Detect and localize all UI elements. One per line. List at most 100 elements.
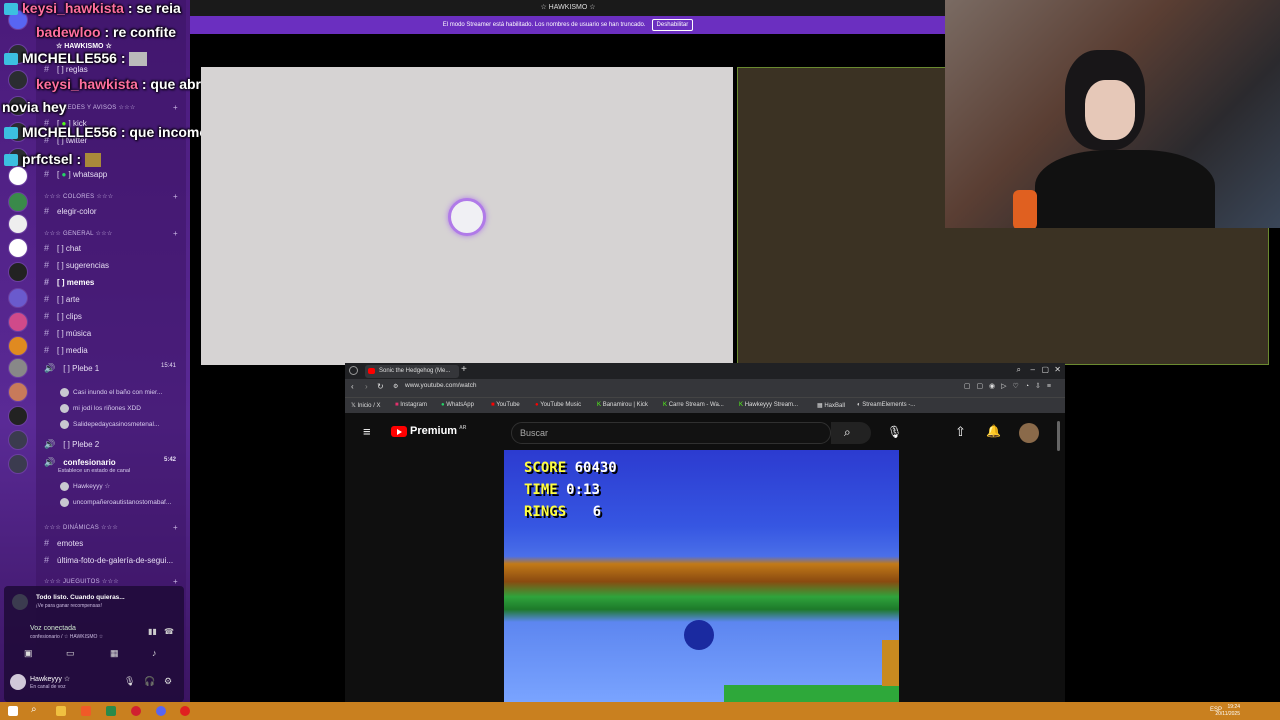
upload-icon[interactable]: ⇧ xyxy=(955,424,966,440)
server-icon[interactable] xyxy=(8,70,28,90)
channel-arte[interactable]: #[ ] arte xyxy=(44,294,184,304)
voice-user[interactable]: Casi inundo el baño con mier... xyxy=(60,388,162,397)
category-general[interactable]: ☆☆☆ GENERAL ☆☆☆ + xyxy=(44,229,184,238)
avatar[interactable] xyxy=(10,674,26,690)
close-icon[interactable]: ✕ xyxy=(1054,365,1061,374)
emote-icon xyxy=(85,153,102,168)
new-tab-button[interactable]: + xyxy=(461,364,467,375)
server-icon[interactable] xyxy=(8,358,28,378)
microphone-icon[interactable]: 🎙 xyxy=(887,425,902,439)
category-dinamicas[interactable]: ☆☆☆ DINÁMICAS ☆☆☆ + xyxy=(44,523,184,532)
app-icon[interactable] xyxy=(131,706,141,716)
search-icon[interactable]: ⌕ xyxy=(31,704,41,715)
bookmark-item[interactable]: ■ Instagram xyxy=(395,402,427,408)
site-info-icon[interactable]: ⚙ xyxy=(393,383,398,390)
voice-user[interactable]: mi jodí los riñones XDD xyxy=(60,404,141,413)
voice-user[interactable]: Salidepedaycasinosmetenal... xyxy=(60,420,159,429)
reload-icon[interactable]: ↻ xyxy=(377,382,384,391)
bookmark-item[interactable]: K Hawkeyyy Stream... xyxy=(739,402,798,408)
server-icon[interactable] xyxy=(8,288,28,308)
minimize-icon[interactable]: – xyxy=(1031,365,1035,374)
screen-share-icon[interactable]: ▭ xyxy=(66,648,75,659)
channel-musica[interactable]: #[ ] música xyxy=(44,328,184,338)
bookmark-item[interactable]: ▦ HaxBall xyxy=(817,402,845,409)
channel-elegir-color[interactable]: # elegir-color xyxy=(44,206,184,216)
voice-channel-plebe2[interactable]: 🔊[ ] Plebe 2 xyxy=(44,439,184,450)
channel-status[interactable]: Establece un estado de canal xyxy=(58,468,130,474)
voice-channel-confesionario[interactable]: 🔊 confesionario 5:42 xyxy=(44,457,184,468)
category-colores[interactable]: ☆☆☆ COLORES ☆☆☆ + xyxy=(44,192,184,201)
scrollbar[interactable] xyxy=(1057,421,1060,451)
tab-menu-icon[interactable] xyxy=(349,366,358,375)
bookmark-item[interactable]: 𝕏 Inicio / X xyxy=(351,402,381,409)
voice-user[interactable]: Hawkeyyy ☆ xyxy=(60,482,110,491)
server-icon[interactable] xyxy=(8,406,28,426)
channel-emotes[interactable]: # emotes xyxy=(44,538,184,548)
obs-icon[interactable] xyxy=(180,706,190,716)
channel-whatsapp[interactable]: #[ ● ] whatsapp xyxy=(44,169,184,179)
voice-timer: 15:41 xyxy=(160,363,176,369)
settings-icon[interactable]: ⚙ xyxy=(164,676,172,687)
server-icon[interactable] xyxy=(8,382,28,402)
disconnect-icon[interactable]: ☎ xyxy=(164,627,174,636)
server-icon[interactable] xyxy=(8,192,28,212)
file-explorer-icon[interactable] xyxy=(56,706,66,716)
bookmark-item[interactable]: ■ YouTube xyxy=(491,402,520,408)
voice-status[interactable]: Voz conectada xyxy=(30,625,76,632)
channel-clips[interactable]: #[ ] clips xyxy=(44,311,184,321)
notification-title[interactable]: Todo listo. Cuando quieras... xyxy=(36,594,125,601)
windows-icon[interactable] xyxy=(8,706,18,716)
forward-icon[interactable]: › xyxy=(365,382,368,391)
browser-icon[interactable] xyxy=(81,706,91,716)
bookmark-item[interactable]: ● WhatsApp xyxy=(441,402,474,408)
back-icon[interactable]: ‹ xyxy=(351,382,354,391)
server-name[interactable]: ☆ HAWKISMO ☆ xyxy=(56,42,112,50)
clock[interactable]: 19:24 20/11/2025 xyxy=(1215,704,1240,718)
bookmark-item[interactable]: ● YouTube Music xyxy=(535,402,581,408)
youtube-logo[interactable]: Premium AR xyxy=(391,425,466,437)
extension-icons[interactable]: ▢▢◉▷♡◔⇩≡ xyxy=(964,382,1057,390)
search-button[interactable]: ⌕ xyxy=(831,422,871,444)
app-icon[interactable] xyxy=(106,706,116,716)
voice-channel-plebe1[interactable]: 🔊[ ] Plebe 1 15:41 xyxy=(44,363,184,374)
bookmark-item[interactable]: ◐ StreamElements -... xyxy=(857,402,915,408)
channel-sugerencias[interactable]: #[ ] sugerencias xyxy=(44,260,184,270)
server-icon[interactable] xyxy=(8,312,28,332)
search-tabs-icon[interactable]: ⌕ xyxy=(1017,365,1021,375)
explore-icon[interactable] xyxy=(8,454,28,474)
server-icon[interactable] xyxy=(8,336,28,356)
disable-streamer-button[interactable]: Deshabilitar xyxy=(651,19,694,31)
menu-icon[interactable]: ≡ xyxy=(363,424,371,439)
server-icon[interactable] xyxy=(8,238,28,258)
channel-chat[interactable]: #[ ] chat xyxy=(44,243,184,253)
notifications-icon[interactable]: 🔔 xyxy=(986,424,1001,438)
server-icon[interactable] xyxy=(8,166,28,186)
microphone-icon[interactable]: 🎙 xyxy=(124,676,135,687)
username[interactable]: Hawkeyyy ☆ xyxy=(30,675,70,683)
avatar[interactable] xyxy=(1019,423,1039,443)
channel-memes[interactable]: #[ ] memes xyxy=(44,277,184,287)
search-input[interactable]: Buscar xyxy=(511,422,831,444)
maximize-icon[interactable]: ▢ xyxy=(1041,365,1049,374)
browser-tab[interactable]: Sonic the Hedgehog (Me... xyxy=(365,365,459,378)
discord-icon[interactable] xyxy=(156,706,166,716)
category-juegos[interactable]: ☆☆☆ JUEGUITOS ☆☆☆ + xyxy=(44,577,184,586)
channel-media[interactable]: #[ ] media xyxy=(44,345,184,355)
video-player[interactable]: SCORE 60430 TIME 0:13 RINGS 6 xyxy=(504,450,899,703)
voice-channel-name[interactable]: confesionario / ☆ HAWKISMO ☆ xyxy=(30,634,103,640)
signal-icon[interactable]: ▮▮ xyxy=(148,627,157,636)
voice-user[interactable]: uncompañeroautistanostomabaf... xyxy=(60,498,171,507)
bookmark-item[interactable]: K Carre Stream - Wa... xyxy=(663,402,724,408)
headphones-icon[interactable]: 🎧 xyxy=(144,676,155,687)
server-icon[interactable] xyxy=(8,214,28,234)
add-server-icon[interactable] xyxy=(8,430,28,450)
bookmark-item[interactable]: K Banamirou | Kick xyxy=(597,402,648,408)
soundboard-icon[interactable]: ♪ xyxy=(152,648,157,658)
youtube-play-icon xyxy=(391,425,407,437)
server-icon[interactable] xyxy=(8,262,28,282)
channel-ultima-foto[interactable]: # última-foto-de-galería-de-segui... xyxy=(44,555,184,565)
camera-icon[interactable]: ▣ xyxy=(24,648,33,659)
window-title: ☆ HAWKISMO ☆ xyxy=(540,4,596,11)
url-field[interactable]: www.youtube.com/watch xyxy=(405,382,477,389)
activities-icon[interactable]: ▦ xyxy=(110,648,119,659)
